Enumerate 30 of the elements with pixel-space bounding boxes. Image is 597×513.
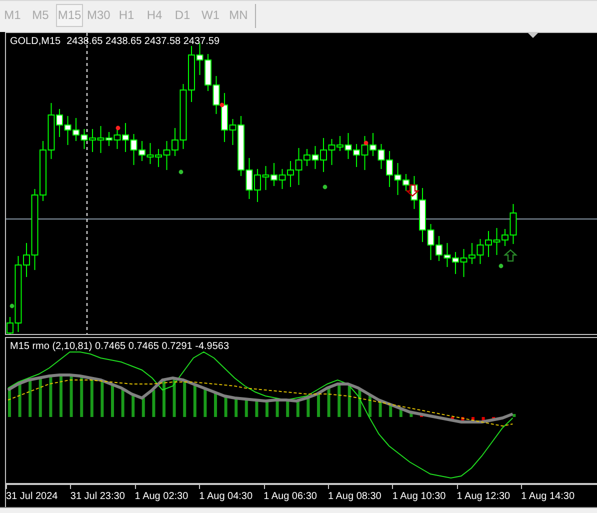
signal-dot xyxy=(322,184,328,190)
time-label: 1 Aug 08:30 xyxy=(328,490,382,503)
time-label: 1 Aug 06:30 xyxy=(264,490,318,503)
timeframe-tab[interactable]: H1 xyxy=(114,4,139,26)
time-label: 1 Aug 04:30 xyxy=(199,490,254,503)
timeframe-tab[interactable]: D1 xyxy=(170,4,195,26)
time-label: 31 Jul 23:30 xyxy=(70,490,126,503)
time-label: 31 Jul 2024 xyxy=(6,490,59,503)
chart-symbol: GOLD,M15 xyxy=(10,36,61,47)
indicator-label: M15 rmo (2,10,81) 0.7465 0.7465 0.7291 -4.9563 xyxy=(10,341,230,352)
timeframe-tab[interactable]: M1 xyxy=(0,4,25,26)
signal-dot xyxy=(10,304,14,308)
timeframe-tab[interactable]: H4 xyxy=(142,4,167,26)
signal-dot xyxy=(220,102,224,108)
time-label: 1 Aug 10:30 xyxy=(392,490,447,503)
timeframe-tab[interactable]: MN xyxy=(226,4,251,26)
time-label: 1 Aug 12:30 xyxy=(456,490,512,503)
signal-dot xyxy=(498,264,504,268)
timeframe-tab[interactable]: M15 xyxy=(56,4,83,26)
down-arrow-icon xyxy=(405,184,420,197)
timeframe-tab[interactable]: W1 xyxy=(198,4,223,26)
signal-dot xyxy=(116,126,120,130)
signal-dot xyxy=(364,140,368,146)
price-values: 2438.65 2438.65 2437.58 2437.59 xyxy=(66,36,220,47)
time-label: 1 Aug 14:30 xyxy=(521,490,576,503)
timeframe-tab[interactable]: M30 xyxy=(86,4,111,26)
signal-dot xyxy=(178,170,184,174)
up-arrow-icon xyxy=(503,249,518,262)
time-label: 1 Aug 02:30 xyxy=(134,490,190,503)
timeframe-tab[interactable]: M5 xyxy=(28,4,53,26)
